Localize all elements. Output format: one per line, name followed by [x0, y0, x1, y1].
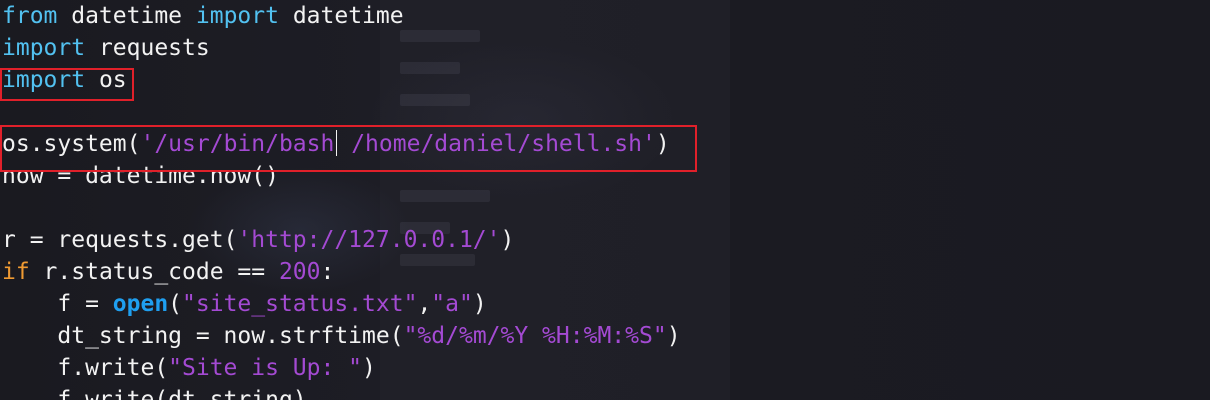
code-line-3[interactable]: import os	[2, 64, 681, 96]
code-line-6[interactable]: now = datetime.now()	[2, 160, 681, 192]
code-token: )	[472, 291, 487, 317]
code-editor[interactable]: from datetime import datetime import requ…	[0, 0, 1210, 400]
code-token: /home/daniel/shell.sh'	[337, 131, 656, 157]
code-token: "%d/%m/%Y %H:%M:%S"	[403, 323, 667, 349]
code-token: open	[112, 291, 169, 317]
code-token: )	[500, 227, 515, 253]
code-token: "site_status.txt"	[182, 291, 418, 317]
code-token: f.write(dt_string)	[2, 387, 307, 400]
code-token: ,	[417, 291, 432, 317]
code-line-13[interactable]: f.write(dt_string)	[2, 384, 681, 400]
code-line-9[interactable]: if r.status_code == 200:	[2, 256, 681, 288]
code-token: )	[655, 131, 670, 157]
code-line-7[interactable]	[2, 192, 681, 224]
code-token: )	[362, 355, 376, 381]
code-token: 'http://127.0.0.1/'	[237, 227, 501, 253]
code-line-1[interactable]: from datetime import datetime	[2, 0, 681, 32]
code-line-5[interactable]: os.system('/usr/bin/bash /home/daniel/sh…	[2, 128, 681, 160]
code-line-11[interactable]: dt_string = now.strftime("%d/%m/%Y %H:%M…	[2, 320, 681, 352]
code-token: f =	[2, 291, 113, 317]
code-line-2[interactable]: import requests	[2, 32, 681, 64]
code-line-4[interactable]	[2, 96, 681, 128]
code-token: os.system(	[2, 131, 141, 157]
code-token: :	[320, 259, 335, 285]
code-token: r = requests.get(	[2, 227, 238, 253]
code-token: 200	[278, 259, 321, 285]
code-lines[interactable]: from datetime import datetime import requ…	[2, 0, 681, 400]
code-token: os	[85, 67, 127, 93]
code-line-10[interactable]: f = open("site_status.txt","a")	[2, 288, 681, 320]
code-token: import	[2, 35, 86, 61]
code-token: from	[2, 3, 58, 29]
code-token: import	[195, 3, 279, 29]
code-token: if	[2, 259, 30, 285]
code-token: import	[2, 67, 86, 93]
code-token: now = datetime.now()	[2, 163, 279, 189]
code-token: )	[666, 323, 681, 349]
code-line-12[interactable]: f.write("Site is Up: ")	[2, 352, 681, 384]
code-token: f.write(	[2, 355, 169, 381]
code-line-8[interactable]: r = requests.get('http://127.0.0.1/')	[2, 224, 681, 256]
code-token: "Site is Up: "	[168, 355, 363, 381]
code-token: '/usr/bin/bash	[140, 131, 335, 157]
code-token: datetime	[57, 3, 196, 29]
code-token: dt_string = now.strftime(	[2, 323, 404, 349]
code-token: (	[168, 291, 183, 317]
code-token: "a"	[431, 291, 473, 317]
code-token: requests	[85, 35, 210, 61]
code-token: datetime	[278, 3, 404, 29]
code-token: r.status_code ==	[29, 259, 279, 285]
